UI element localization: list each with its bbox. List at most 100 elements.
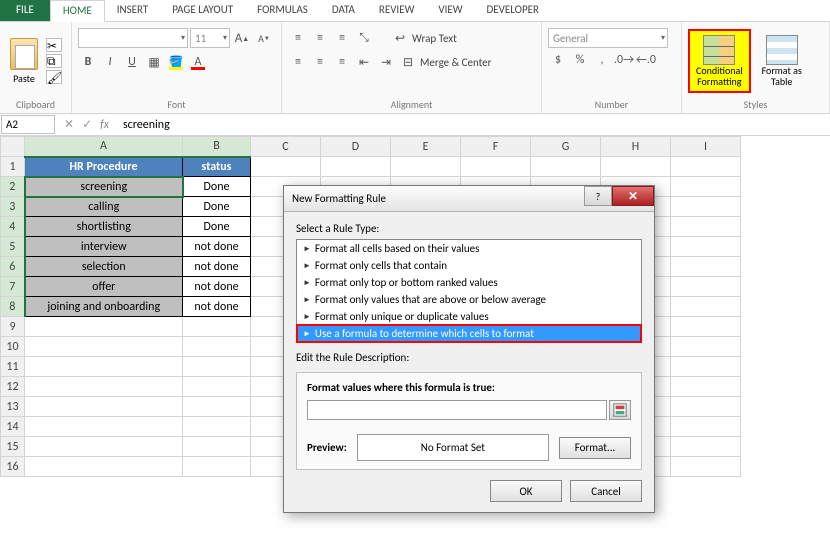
- tab-data[interactable]: DATA: [320, 0, 367, 21]
- column-header-B[interactable]: B: [183, 137, 251, 157]
- format-painter-icon[interactable]: 🖌: [46, 70, 62, 84]
- cell-B10[interactable]: [183, 337, 251, 357]
- cell-I6[interactable]: [671, 257, 741, 277]
- tab-view[interactable]: VIEW: [426, 0, 474, 21]
- cell-B7[interactable]: not done: [183, 277, 251, 297]
- wrap-text-icon[interactable]: ↩: [390, 28, 410, 48]
- cell-G1[interactable]: [531, 157, 601, 177]
- increase-font-icon[interactable]: A▲: [232, 28, 252, 48]
- currency-icon[interactable]: $: [548, 50, 568, 70]
- tab-page-layout[interactable]: PAGE LAYOUT: [160, 0, 245, 21]
- cell-A3[interactable]: calling: [25, 197, 183, 217]
- cell-A7[interactable]: offer: [25, 277, 183, 297]
- row-header-15[interactable]: 15: [1, 437, 25, 457]
- format-as-table-button[interactable]: Format as Table: [755, 30, 809, 92]
- cell-I14[interactable]: [671, 417, 741, 437]
- row-header-12[interactable]: 12: [1, 377, 25, 397]
- cell-B2[interactable]: Done: [183, 177, 251, 197]
- column-header-D[interactable]: D: [321, 137, 391, 157]
- cell-B5[interactable]: not done: [183, 237, 251, 257]
- cell-B1[interactable]: status: [183, 157, 251, 177]
- row-header-14[interactable]: 14: [1, 417, 25, 437]
- copy-icon[interactable]: ⧉: [46, 54, 62, 68]
- dialog-close-button[interactable]: ✕: [612, 186, 654, 206]
- cell-I7[interactable]: [671, 277, 741, 297]
- cell-B16[interactable]: [183, 457, 251, 477]
- align-right-icon[interactable]: ≡: [332, 52, 352, 72]
- cell-I4[interactable]: [671, 217, 741, 237]
- align-middle-icon[interactable]: ≡: [310, 28, 330, 48]
- row-header-8[interactable]: 8: [1, 297, 25, 317]
- cell-B3[interactable]: Done: [183, 197, 251, 217]
- tab-developer[interactable]: DEVELOPER: [475, 0, 551, 21]
- rule-type-item-0[interactable]: Format all cells based on their values: [297, 240, 641, 257]
- range-selector-button[interactable]: [609, 400, 631, 420]
- number-format-combo[interactable]: General: [548, 28, 668, 48]
- cell-I13[interactable]: [671, 397, 741, 417]
- font-family-combo[interactable]: [78, 28, 188, 48]
- comma-icon[interactable]: ,: [592, 50, 612, 70]
- column-header-E[interactable]: E: [391, 137, 461, 157]
- cell-C1[interactable]: [251, 157, 321, 177]
- cell-A2[interactable]: screening: [25, 177, 183, 197]
- rule-type-item-2[interactable]: Format only top or bottom ranked values: [297, 274, 641, 291]
- cell-B13[interactable]: [183, 397, 251, 417]
- percent-icon[interactable]: %: [570, 50, 590, 70]
- row-header-2[interactable]: 2: [1, 177, 25, 197]
- cell-I2[interactable]: [671, 177, 741, 197]
- cell-I5[interactable]: [671, 237, 741, 257]
- select-all-corner[interactable]: [1, 137, 25, 157]
- cell-B12[interactable]: [183, 377, 251, 397]
- align-center-icon[interactable]: ≡: [310, 52, 330, 72]
- cell-I12[interactable]: [671, 377, 741, 397]
- border-button[interactable]: ▦: [144, 52, 164, 72]
- cancel-button[interactable]: Cancel: [570, 480, 642, 502]
- row-header-1[interactable]: 1: [1, 157, 25, 177]
- row-header-9[interactable]: 9: [1, 317, 25, 337]
- column-header-H[interactable]: H: [601, 137, 671, 157]
- cell-A16[interactable]: [25, 457, 183, 477]
- fx-icon[interactable]: fx: [100, 118, 109, 132]
- cell-I11[interactable]: [671, 357, 741, 377]
- cell-E1[interactable]: [391, 157, 461, 177]
- cell-I3[interactable]: [671, 197, 741, 217]
- cell-B6[interactable]: not done: [183, 257, 251, 277]
- conditional-formatting-button[interactable]: Conditional Formatting: [688, 29, 751, 93]
- orientation-icon[interactable]: ⤡: [354, 28, 374, 48]
- format-button[interactable]: Format...: [559, 437, 631, 459]
- cell-I9[interactable]: [671, 317, 741, 337]
- cell-B11[interactable]: [183, 357, 251, 377]
- name-box[interactable]: [1, 115, 55, 134]
- column-header-G[interactable]: G: [531, 137, 601, 157]
- cell-A4[interactable]: shortlisting: [25, 217, 183, 237]
- merge-center-icon[interactable]: ⊟: [398, 52, 418, 72]
- cell-H1[interactable]: [601, 157, 671, 177]
- tab-file[interactable]: FILE: [0, 0, 50, 21]
- cell-D1[interactable]: [321, 157, 391, 177]
- row-header-6[interactable]: 6: [1, 257, 25, 277]
- fill-color-button[interactable]: 🪣: [166, 52, 186, 72]
- cell-F1[interactable]: [461, 157, 531, 177]
- tab-formulas[interactable]: FORMULAS: [245, 0, 320, 21]
- column-header-I[interactable]: I: [671, 137, 741, 157]
- cell-A10[interactable]: [25, 337, 183, 357]
- cell-A11[interactable]: [25, 357, 183, 377]
- row-header-16[interactable]: 16: [1, 457, 25, 477]
- paste-button[interactable]: Paste: [6, 36, 42, 87]
- cell-A13[interactable]: [25, 397, 183, 417]
- dialog-help-button[interactable]: ?: [584, 186, 612, 206]
- cell-A5[interactable]: interview: [25, 237, 183, 257]
- cell-B8[interactable]: not done: [183, 297, 251, 317]
- rule-type-item-3[interactable]: Format only values that are above or bel…: [297, 291, 641, 308]
- row-header-10[interactable]: 10: [1, 337, 25, 357]
- rule-type-item-4[interactable]: Format only unique or duplicate values: [297, 308, 641, 325]
- rule-type-item-5[interactable]: Use a formula to determine which cells t…: [297, 325, 641, 342]
- cell-A6[interactable]: selection: [25, 257, 183, 277]
- column-header-C[interactable]: C: [251, 137, 321, 157]
- cell-A9[interactable]: [25, 317, 183, 337]
- rule-type-item-1[interactable]: Format only cells that contain: [297, 257, 641, 274]
- align-top-icon[interactable]: ≡: [288, 28, 308, 48]
- cell-B9[interactable]: [183, 317, 251, 337]
- font-color-button[interactable]: A: [188, 52, 208, 72]
- formula-input-field[interactable]: [307, 400, 607, 420]
